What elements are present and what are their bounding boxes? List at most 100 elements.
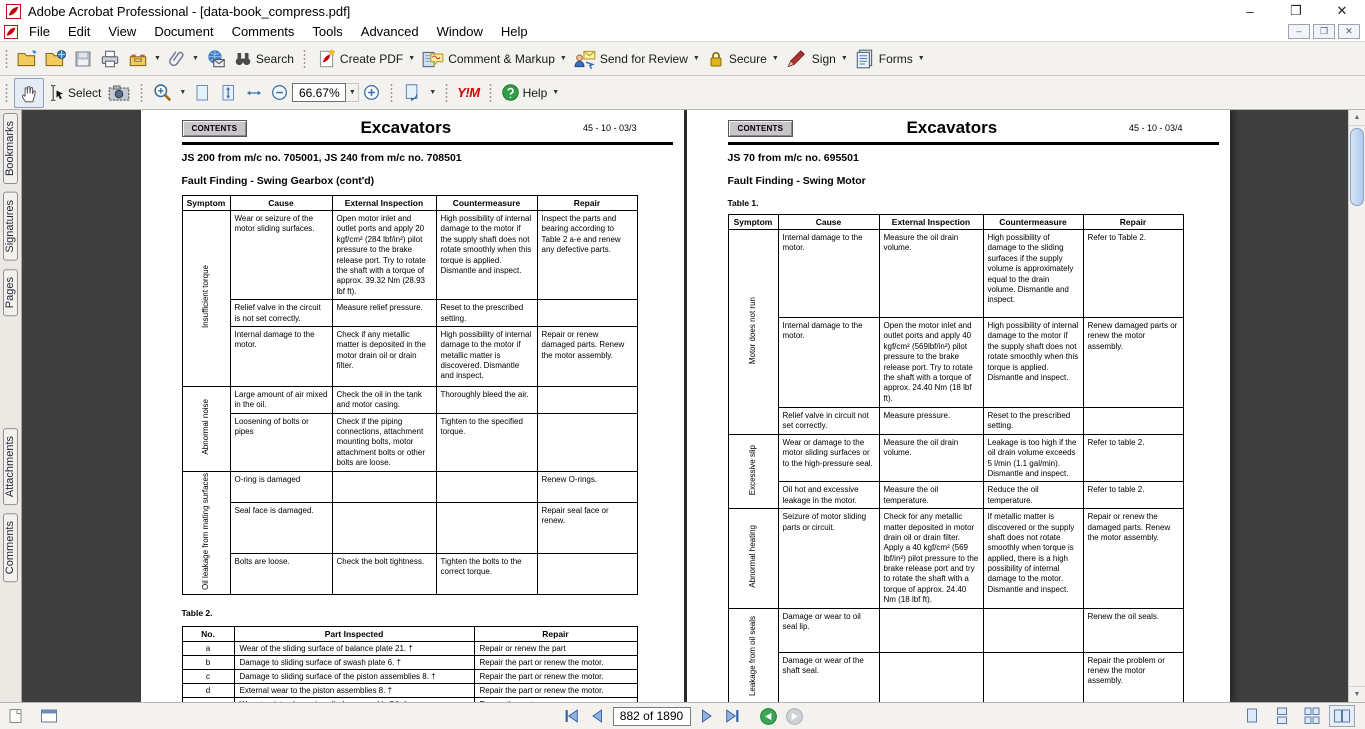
create-pdf-button[interactable]: Create PDF▼ [312, 46, 418, 72]
contents-link-button[interactable]: CONTENTS [728, 120, 794, 137]
next-view-button[interactable] [785, 706, 805, 726]
open-web-button[interactable] [42, 47, 70, 71]
tab-comments[interactable]: Comments [3, 513, 18, 582]
close-button[interactable]: ✕ [1319, 0, 1365, 22]
table-row: Internal damage to the motor. Open the m… [728, 318, 1183, 408]
actual-size-button[interactable] [189, 80, 215, 106]
facing-layout-button[interactable] [1329, 705, 1355, 727]
select-label: Select [68, 86, 101, 100]
menu-view[interactable]: View [99, 23, 145, 40]
window-options-icon[interactable] [40, 708, 58, 724]
toolbar-grip[interactable] [444, 82, 449, 104]
zoom-out-button[interactable] [267, 81, 292, 104]
menu-tools[interactable]: Tools [303, 23, 351, 40]
table-row: Oil hot and excessive leakage in the mot… [728, 482, 1183, 509]
cell-cause: Loosening of bolts or pipes [230, 413, 332, 471]
send-for-review-button[interactable]: Send for Review▼ [570, 46, 703, 72]
toolbar-grip[interactable] [488, 82, 493, 104]
vertical-scrollbar[interactable]: ▲ ▼ [1348, 110, 1365, 702]
tab-attachments[interactable]: Attachments [3, 428, 18, 505]
symptom-label: Motor does not run [748, 297, 757, 364]
save-button[interactable] [70, 47, 96, 71]
menu-file[interactable]: File [20, 23, 59, 40]
col-cause: Cause [230, 196, 332, 211]
table-row: Abnormal heating Seizure of motor slidin… [728, 509, 1183, 609]
restore-button[interactable]: ❐ [1273, 0, 1319, 22]
sign-label: Sign [812, 52, 836, 66]
cell-symptom: Abnormal heating [728, 509, 778, 609]
zoom-tool-button[interactable]: ▼ [149, 80, 189, 106]
continuous-facing-layout-button[interactable] [1299, 705, 1325, 727]
pages-canvas[interactable]: CONTENTS Excavators 45 - 10 - 03/3 JS 20… [22, 110, 1348, 702]
menu-document[interactable]: Document [145, 23, 222, 40]
table-row: Loosening of bolts or pipes Check if the… [182, 413, 637, 471]
zoom-level-field[interactable]: 66.67% [292, 83, 346, 102]
doc-minimize-button[interactable]: – [1288, 24, 1310, 39]
tab-pages[interactable]: Pages [3, 269, 18, 316]
organizer-button[interactable]: ▼ [124, 47, 164, 71]
comment-markup-button[interactable]: Comment & Markup▼ [418, 46, 570, 72]
previous-page-button[interactable] [587, 706, 607, 726]
search-button[interactable]: Search [230, 47, 297, 71]
menu-advanced[interactable]: Advanced [352, 23, 428, 40]
open-web-folder-icon [45, 49, 67, 69]
cell-external: Measure pressure. [879, 408, 983, 435]
toolbar-grip[interactable] [389, 82, 394, 104]
page-display-button[interactable]: ▼ [399, 80, 439, 106]
fit-page-button[interactable] [215, 80, 241, 106]
menu-edit[interactable]: Edit [59, 23, 99, 40]
scroll-down-button[interactable]: ▼ [1349, 686, 1365, 702]
send-review-icon [573, 48, 597, 70]
parts-inspected-table: No. Part Inspected Repair aWear of the s… [182, 626, 638, 702]
window-title: Adobe Acrobat Professional - [data-book_… [28, 4, 350, 19]
toolbar-grip[interactable] [4, 48, 9, 70]
cell-repair [537, 386, 637, 413]
scroll-up-button[interactable]: ▲ [1349, 110, 1365, 126]
help-button[interactable]: Help▼ [498, 81, 563, 104]
tab-bookmarks[interactable]: Bookmarks [3, 113, 18, 184]
zoom-dropdown-button[interactable]: ▼ [346, 83, 359, 102]
toolbar-grip[interactable] [139, 82, 144, 104]
minus-circle-icon [270, 83, 289, 102]
fit-width-button[interactable] [241, 80, 267, 106]
next-page-button[interactable] [697, 706, 717, 726]
menu-window[interactable]: Window [428, 23, 492, 40]
actual-size-icon [192, 82, 212, 104]
toolbar-grip[interactable] [4, 82, 9, 104]
forms-button[interactable]: Forms▼ [851, 46, 928, 72]
email-button[interactable] [202, 47, 230, 71]
contents-link-button[interactable]: CONTENTS [182, 120, 248, 137]
open-button[interactable] [14, 47, 42, 71]
doc-close-button[interactable]: ✕ [1338, 24, 1360, 39]
cell-repair: Refer to table 2. [1083, 434, 1183, 482]
page-number-input[interactable] [613, 707, 691, 726]
hand-tool-button[interactable] [14, 78, 44, 108]
cell-external: Check the oil in the tank and motor casi… [332, 386, 436, 413]
cell-cause: Seal face is damaged. [230, 502, 332, 553]
page-size-icon[interactable] [8, 708, 24, 724]
menu-comments[interactable]: Comments [223, 23, 304, 40]
cell-cause: Damage or wear of the shaft seal. [778, 652, 879, 702]
last-page-button[interactable] [723, 706, 743, 726]
select-tool-button[interactable]: Select [44, 80, 104, 106]
toolbar-grip[interactable] [302, 48, 307, 70]
print-button[interactable] [96, 47, 124, 71]
tab-signatures[interactable]: Signatures [3, 192, 18, 261]
single-page-layout-button[interactable] [1239, 705, 1265, 727]
doc-restore-button[interactable]: ❐ [1313, 24, 1335, 39]
secure-button[interactable]: Secure▼ [703, 46, 782, 72]
previous-view-button[interactable] [759, 706, 779, 726]
continuous-layout-button[interactable] [1269, 705, 1295, 727]
table-row: Internal damage to the motor. Check if a… [182, 326, 637, 386]
first-page-button[interactable] [561, 706, 581, 726]
fault-table-swing-motor: Symptom Cause External Inspection Counte… [728, 214, 1184, 702]
yahoo-search-button[interactable]: Y!M [454, 83, 482, 102]
zoom-in-button[interactable] [359, 81, 384, 104]
menu-help[interactable]: Help [492, 23, 537, 40]
cell-external [332, 502, 436, 553]
scrollbar-thumb[interactable] [1350, 128, 1364, 206]
minimize-button[interactable]: – [1227, 0, 1273, 22]
attach-button[interactable]: ▼ [164, 47, 202, 71]
sign-button[interactable]: Sign▼ [782, 46, 851, 72]
snapshot-tool-button[interactable] [104, 80, 134, 106]
